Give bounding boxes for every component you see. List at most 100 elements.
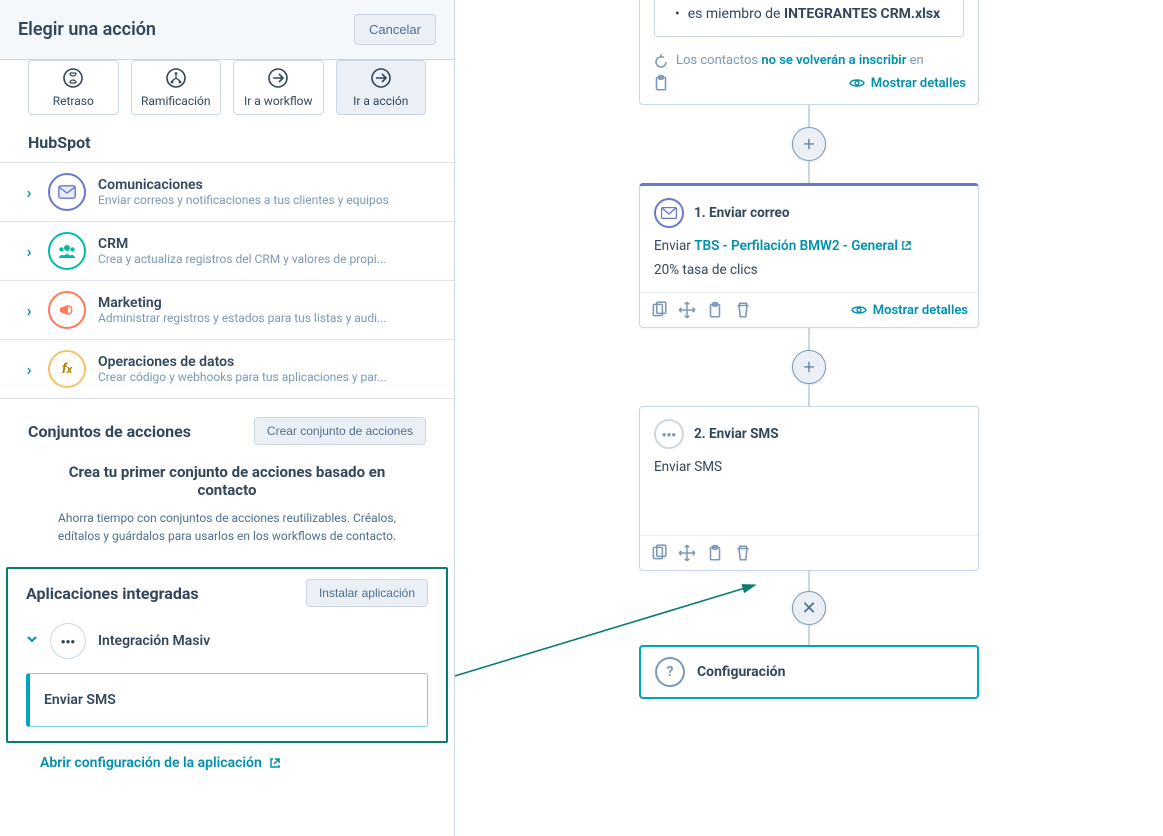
step-1-toolbar: Mostrar detalles [640,292,978,327]
refresh-icon [654,54,668,68]
category-desc: Administrar registros y estados para tus… [98,311,432,325]
eye-icon [851,304,867,316]
integrated-apps-header: Aplicaciones integradas Instalar aplicac… [26,579,428,607]
enroll-note-link[interactable]: no se volverán a inscribir [761,53,906,68]
tab-label: Ir a workflow [244,94,313,108]
hubspot-section-heading: HubSpot [0,127,454,162]
step-1-title: 1. Enviar correo [694,205,789,221]
add-action-button[interactable]: + [792,350,826,384]
clipboard-icon[interactable] [652,74,670,92]
tab-label: Retraso [53,94,94,108]
connector-line [808,161,810,183]
move-icon[interactable] [678,544,696,562]
step-1-email-link[interactable]: TBS - Perfilación BMW2 - General [694,238,912,254]
arrow-right-icon [341,67,422,92]
clipboard-icon[interactable] [706,544,724,562]
install-app-button[interactable]: Instalar aplicación [306,579,428,607]
clipboard-icon[interactable] [706,301,724,319]
move-icon[interactable] [678,301,696,319]
sms-icon: ●●● [654,419,684,449]
integration-row[interactable]: ●●● Integración Masiv [26,623,428,659]
remove-action-button[interactable]: ✕ [792,591,826,625]
copy-icon[interactable] [650,544,668,562]
show-details-link[interactable]: Mostrar detalles [849,76,966,91]
copy-icon[interactable] [650,301,668,319]
enroll-note-prefix: Los contactos [676,53,761,68]
workflow-step-2-card[interactable]: ●●● 2. Enviar SMS Enviar SMS [639,406,979,571]
arrow-right-icon [238,67,319,92]
chevron-right-icon: › [22,242,36,261]
step-1-stat: 20% tasa de clics [654,262,964,278]
trash-icon[interactable] [734,544,752,562]
enrollment-criteria-item: • es miembro de INTEGRANTES CRM.xlsx [675,6,947,22]
category-title: Comunicaciones [98,177,432,193]
action-tab-retraso[interactable]: Retraso [28,60,119,115]
trash-icon[interactable] [734,301,752,319]
branch-icon [136,67,217,92]
connector-line [808,328,810,350]
integrated-apps-heading: Aplicaciones integradas [26,584,199,603]
fx-icon: fx [48,350,86,388]
actionsets-heading: Conjuntos de acciones [28,422,191,441]
add-action-button[interactable]: + [792,127,826,161]
workflow-step-1-card[interactable]: 1. Enviar correo Enviar TBS - Perfilació… [639,183,979,328]
connector-line [808,384,810,406]
enroll-bullet-prefix: es miembro de [688,6,784,22]
step-2-body: Enviar SMS [654,459,722,475]
chevron-right-icon: › [22,183,36,202]
actionsets-empty-title: Crea tu primer conjunto de acciones basa… [40,463,414,499]
category-row-marketing[interactable]: › MarketingAdministrar registros y estado… [0,281,454,340]
create-actionset-button[interactable]: Crear conjunto de acciones [254,417,426,445]
mail-icon [654,198,684,228]
panel-title: Elegir una acción [18,19,156,40]
category-row-operaciones-de-datos[interactable]: ›fxOperaciones de datosCrear código y we… [0,340,454,399]
chevron-down-icon [26,633,38,649]
category-row-comunicaciones[interactable]: › ComunicacionesEnviar correos y notifica… [0,162,454,222]
cancel-button[interactable]: Cancelar [354,14,436,45]
action-tab-ir-a-workflow[interactable]: Ir a workflow [233,60,324,115]
category-desc: Crea y actualiza registros del CRM y val… [98,252,432,266]
action-tab-ir-a-acción[interactable]: Ir a acción [336,60,427,115]
category-title: CRM [98,236,432,252]
category-title: Marketing [98,295,432,311]
users-icon [48,232,86,270]
category-desc: Enviar correos y notificaciones a tus cl… [98,193,432,207]
show-details-link[interactable]: Mostrar detalles [851,303,968,318]
integration-action-enviar-sms[interactable]: Enviar SMS [26,673,428,727]
integration-logo-icon: ●●● [50,623,86,659]
eye-icon [849,77,865,89]
connector-line [808,571,810,591]
mail-icon [48,173,86,211]
tab-label: Ir a acción [353,94,408,108]
integrated-apps-box: Aplicaciones integradas Instalar aplicac… [6,567,448,743]
mega-icon [48,291,86,329]
question-icon: ? [655,657,685,687]
enrollment-reenroll-note: Los contactos no se volverán a inscribir… [640,47,978,70]
config-title: Configuración [697,664,785,680]
workflow-canvas[interactable]: Pertenencia a una lista • es miembro de … [455,0,1163,836]
connector-line [808,625,810,645]
open-app-config-label: Abrir configuración de la aplicación [40,755,262,771]
integration-name: Integración Masiv [98,633,210,649]
panel-body: Retraso Ramificación Ir a workflow Ir a acc… [0,60,454,836]
enrollment-card[interactable]: Pertenencia a una lista • es miembro de … [639,0,979,105]
connector-line [808,105,810,127]
action-tab-ramificación[interactable]: Ramificación [131,60,222,115]
actionsets-header: Conjuntos de acciones Crear conjunto de … [0,399,454,453]
workflow-config-card[interactable]: ? Configuración [639,645,979,699]
panel-header: Elegir una acción Cancelar [0,0,454,60]
category-list: › ComunicacionesEnviar correos y notifica… [0,162,454,399]
chevron-right-icon: › [22,301,36,320]
step-1-body-prefix: Enviar [654,238,694,254]
tab-label: Ramificación [141,94,211,108]
category-desc: Crear código y webhooks para tus aplicac… [98,370,432,384]
step-2-title: 2. Enviar SMS [694,426,779,442]
open-app-config-link[interactable]: Abrir configuración de la aplicación [0,743,321,787]
action-picker-panel: Elegir una acción Cancelar Retraso Ramifi… [0,0,455,836]
category-row-crm[interactable]: › CRMCrea y actualiza registros del CRM y… [0,222,454,281]
enroll-bullet-bold: INTEGRANTES CRM.xlsx [784,6,940,22]
step-2-toolbar [640,535,978,570]
actionsets-empty-state: Crea tu primer conjunto de acciones basa… [0,453,454,561]
hourglass-icon [33,67,114,92]
show-details-label: Mostrar detalles [871,76,966,91]
